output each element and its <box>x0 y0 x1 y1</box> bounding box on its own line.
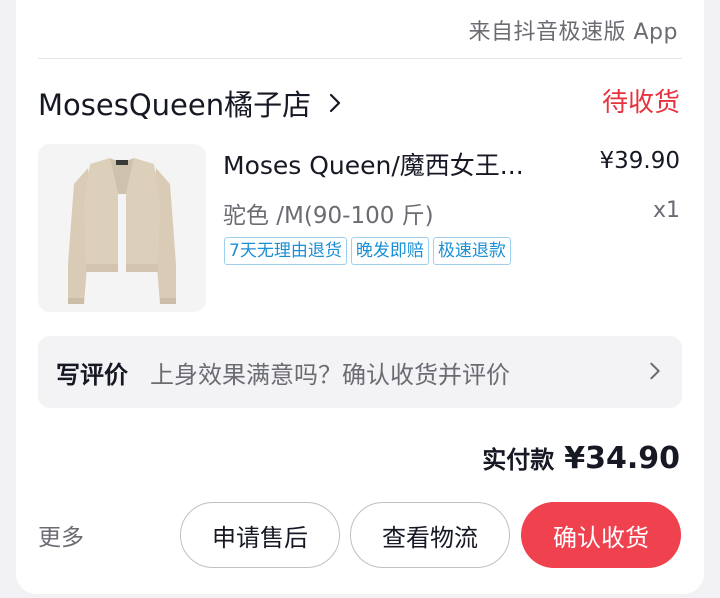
paid-amount-row: 实付款 ¥34.90 <box>482 440 680 476</box>
confirm-receipt-button[interactable]: 确认收货 <box>521 502 681 568</box>
paid-amount: ¥34.90 <box>564 441 680 476</box>
more-button[interactable]: 更多 <box>38 518 84 552</box>
product-spec: 驼色 /M(90-100 斤) <box>223 203 434 229</box>
cardigan-image <box>38 144 206 312</box>
source-label: 来自抖音极速版 App <box>468 20 678 45</box>
product-title[interactable]: Moses Queen/魔西女王... <box>223 146 553 182</box>
tag-return: 7天无理由退货 <box>224 237 347 265</box>
service-tags: 7天无理由退货 晚发即赔 极速退款 <box>224 237 511 265</box>
order-status: 待收货 <box>601 88 680 118</box>
write-review-bar[interactable]: 写评价 上身效果满意吗？确认收货并评价 <box>38 336 682 408</box>
paid-label: 实付款 <box>482 446 555 474</box>
product-quantity: x1 <box>652 198 680 223</box>
tag-fast-refund: 极速退款 <box>432 237 511 265</box>
view-logistics-button[interactable]: 查看物流 <box>350 502 510 568</box>
product-price: ¥39.90 <box>599 148 680 174</box>
shop-name: MosesQueen橘子店 <box>38 88 312 122</box>
product-image[interactable] <box>38 144 206 312</box>
order-card: 来自抖音极速版 App MosesQueen橘子店 待收货 Moses Quee… <box>16 0 704 594</box>
shop-link[interactable]: MosesQueen橘子店 <box>38 82 347 124</box>
chevron-right-icon <box>650 362 660 380</box>
after-sale-button[interactable]: 申请售后 <box>180 502 340 568</box>
chevron-right-icon <box>329 93 341 113</box>
tag-late-compensation: 晚发即赔 <box>350 237 429 265</box>
divider <box>38 58 682 59</box>
review-title: 写评价 <box>56 360 128 389</box>
review-hint: 上身效果满意吗？确认收货并评价 <box>150 360 510 389</box>
